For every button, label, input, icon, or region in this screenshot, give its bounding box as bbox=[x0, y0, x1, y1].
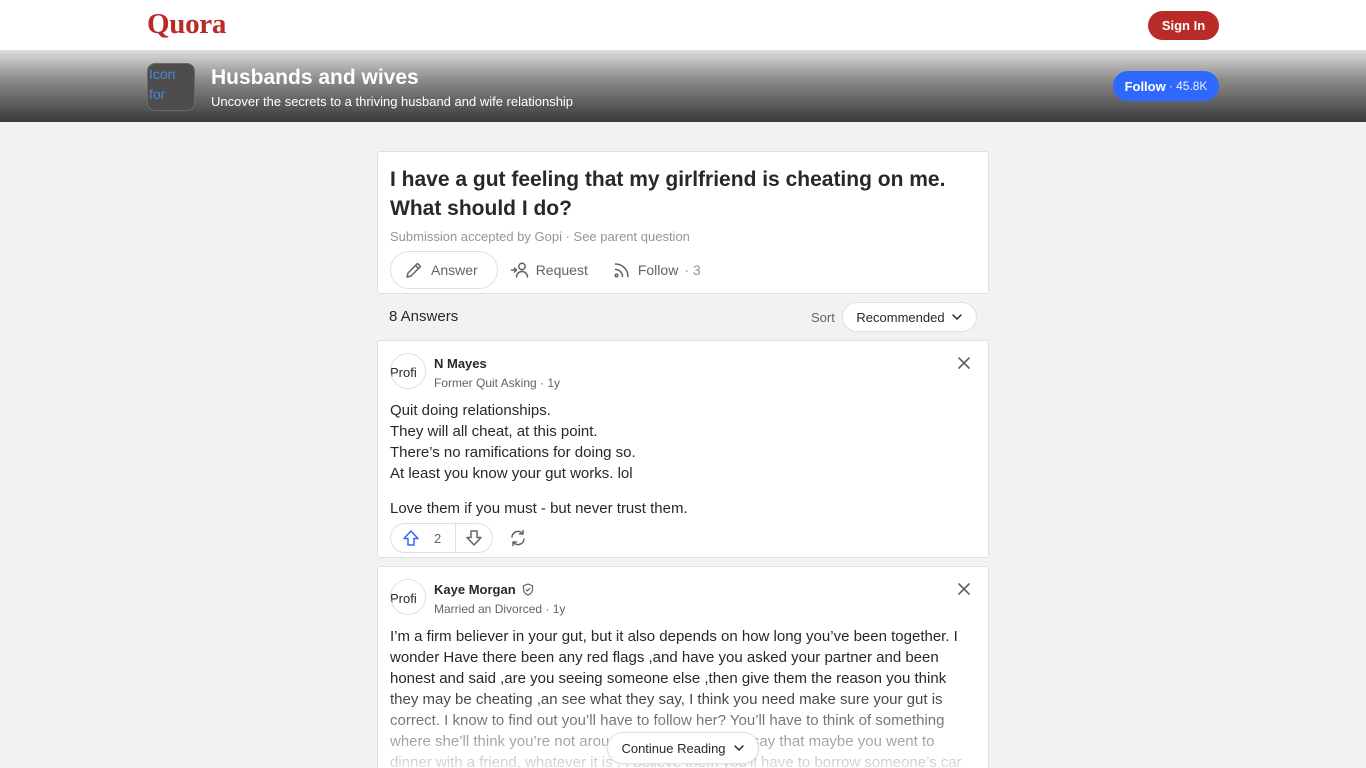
question-card: I have a gut feeling that my girlfriend … bbox=[377, 151, 989, 294]
upvote-button[interactable]: 2 bbox=[391, 524, 457, 552]
question-title[interactable]: I have a gut feeling that my girlfriend … bbox=[390, 165, 970, 223]
answer-card: Profi N Mayes Former Quit Asking · 1y Qu… bbox=[377, 340, 989, 558]
answer-author-name[interactable]: N Mayes bbox=[434, 356, 487, 371]
follow-space-label: Follow bbox=[1124, 78, 1166, 94]
space-title[interactable]: Husbands and wives bbox=[211, 66, 419, 90]
answer-label: Answer bbox=[431, 262, 478, 278]
follow-space-button[interactable]: Follow · 45.8K bbox=[1113, 71, 1219, 101]
answer-closing-line: Love them if you must - but never trust … bbox=[390, 500, 688, 517]
upvote-arrow-icon bbox=[403, 530, 419, 546]
answers-count: 8 Answers bbox=[389, 308, 459, 325]
close-icon bbox=[958, 357, 970, 369]
share-refresh-icon bbox=[511, 529, 525, 547]
continue-reading-label: Continue Reading bbox=[621, 740, 726, 756]
sort-label: Sort bbox=[811, 310, 835, 325]
verified-shield-icon bbox=[522, 583, 533, 596]
quora-logo[interactable]: Quora bbox=[147, 8, 226, 41]
answer-author-credential: Married an Divorced · 1y bbox=[434, 602, 566, 616]
share-button[interactable] bbox=[507, 527, 529, 549]
space-icon-alt-text: Icon for bbox=[149, 66, 176, 102]
space-subtitle: Uncover the secrets to a thriving husban… bbox=[211, 94, 574, 109]
answer-author-name[interactable]: Kaye Morgan bbox=[434, 582, 534, 597]
chevron-down-icon bbox=[951, 314, 962, 321]
sign-in-button[interactable]: Sign In bbox=[1148, 11, 1219, 40]
request-label: Request bbox=[535, 262, 588, 278]
sort-dropdown[interactable]: Recommended bbox=[842, 302, 977, 332]
question-actions: Answer Request Follow · 3 bbox=[390, 251, 713, 289]
avatar[interactable]: Profi bbox=[390, 579, 426, 615]
request-person-icon bbox=[510, 262, 528, 278]
answer-line: There’s no ramifications for doing so. bbox=[390, 444, 636, 461]
close-icon bbox=[958, 583, 970, 595]
top-bar: Quora Sign In bbox=[0, 0, 1366, 51]
follow-question-label: Follow bbox=[637, 262, 679, 278]
answer-button[interactable]: Answer bbox=[390, 251, 498, 289]
follow-space-count: · 45.8K bbox=[1168, 79, 1208, 93]
avatar[interactable]: Profi bbox=[390, 353, 426, 389]
answer-line: At least you know your gut works. lol bbox=[390, 465, 633, 482]
downvote-arrow-icon bbox=[466, 530, 482, 546]
answer-line: They will all cheat, at this point. bbox=[390, 423, 598, 440]
follow-question-count: · 3 bbox=[684, 262, 701, 278]
answer-body: Quit doing relationships. They will all … bbox=[390, 400, 978, 519]
chevron-down-icon bbox=[733, 745, 744, 752]
pencil-icon bbox=[406, 262, 422, 278]
answer-line: Quit doing relationships. bbox=[390, 402, 551, 419]
continue-reading-button[interactable]: Continue Reading bbox=[607, 732, 759, 764]
upvote-count: 2 bbox=[434, 530, 442, 546]
downvote-button[interactable] bbox=[456, 524, 492, 552]
vote-control: 2 bbox=[390, 523, 494, 553]
follow-rss-icon bbox=[614, 263, 629, 278]
close-button[interactable] bbox=[954, 579, 974, 599]
space-icon-image[interactable]: Icon for bbox=[147, 63, 195, 111]
space-banner: Icon for Husbands and wives Uncover the … bbox=[0, 51, 1366, 122]
author-name-text: N Mayes bbox=[434, 356, 487, 371]
sort-value: Recommended bbox=[856, 309, 945, 325]
follow-question-button[interactable]: Follow · 3 bbox=[600, 251, 713, 289]
close-button[interactable] bbox=[954, 353, 974, 373]
author-name-text: Kaye Morgan bbox=[434, 582, 516, 597]
question-meta: Submission accepted by Gopi · See parent… bbox=[390, 229, 690, 244]
answer-author-credential: Former Quit Asking · 1y bbox=[434, 376, 561, 390]
request-button[interactable]: Request bbox=[498, 251, 600, 289]
